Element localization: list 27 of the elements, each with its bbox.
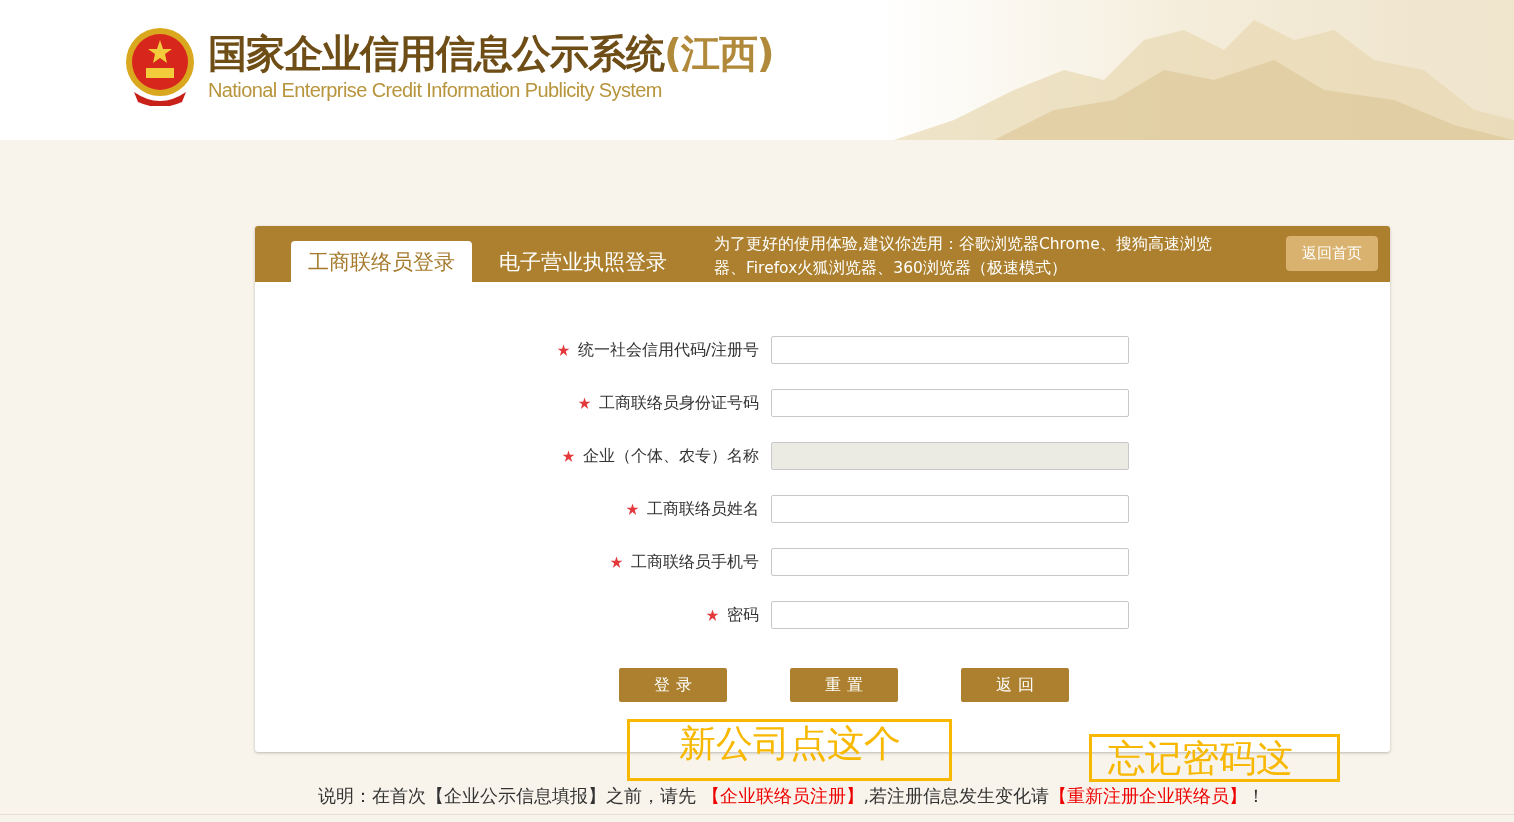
emblem-icon bbox=[124, 26, 196, 106]
form-button[interactable]: 登 录 bbox=[619, 668, 727, 702]
field-label: 密码 bbox=[727, 604, 759, 626]
register-link[interactable]: 【企业联络员注册】 bbox=[701, 786, 864, 806]
register-link[interactable]: 【重新注册企业联络员】 bbox=[1049, 786, 1248, 806]
login-tab[interactable]: 工商联络员登录 bbox=[291, 241, 472, 282]
input-field[interactable] bbox=[771, 389, 1129, 417]
form-button[interactable]: 重 置 bbox=[790, 668, 898, 702]
field-label: 工商联络员身份证号码 bbox=[599, 392, 759, 414]
annotation-callout: 新公司点这个 bbox=[627, 719, 952, 781]
field-label: 企业（个体、农专）名称 bbox=[583, 445, 759, 467]
field-label: 工商联络员手机号 bbox=[631, 551, 759, 573]
note-text: 说明：在首次【企业公示信息填报】之前，请先 【企业联络员注册】,若注册信息发生变化请【重新注册企业联络员】！ bbox=[318, 785, 1266, 808]
region-title: (江西) bbox=[664, 30, 774, 77]
home-button[interactable]: 返回首页 bbox=[1286, 236, 1378, 271]
input-field[interactable] bbox=[771, 601, 1129, 629]
field-label: 统一社会信用代码/注册号 bbox=[577, 339, 759, 361]
annotation-callout: 忘记密码这 bbox=[1089, 734, 1340, 782]
field-label: 工商联络员姓名 bbox=[647, 498, 759, 520]
input-field[interactable] bbox=[771, 548, 1129, 576]
input-field[interactable] bbox=[771, 495, 1129, 523]
system-title: 国家企业信用信息公示系统 bbox=[208, 30, 664, 77]
input-field[interactable] bbox=[771, 336, 1129, 364]
browser-notice: 为了更好的使用体验,建议你选用：谷歌浏览器Chrome、搜狗高速浏览器、Firefox火狐浏览器、360浏览器（极速模式） bbox=[714, 234, 1213, 279]
form-button[interactable]: 返 回 bbox=[961, 668, 1069, 702]
login-tab[interactable]: 电子营业执照登录 bbox=[482, 241, 684, 282]
system-subtitle: National Enterprise Credit Information Publicity System bbox=[208, 78, 663, 102]
